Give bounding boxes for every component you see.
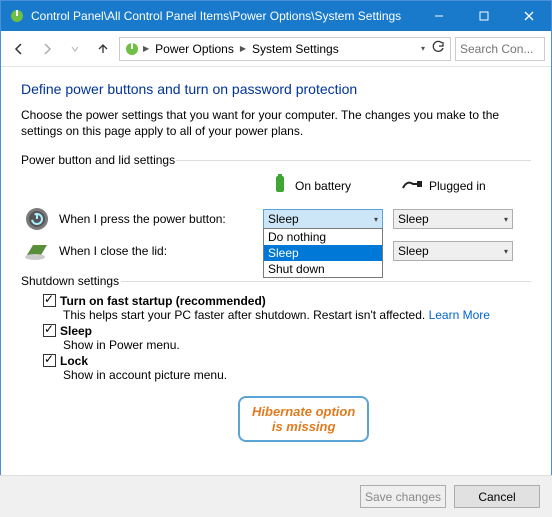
- window-title: Control Panel\All Control Panel Items\Po…: [31, 9, 416, 23]
- nav-back-button[interactable]: [7, 37, 31, 61]
- breadcrumb-icon: [124, 41, 140, 57]
- chevron-right-icon: ▶: [239, 44, 247, 53]
- dropdown-list: Do nothing Sleep Shut down: [263, 228, 383, 278]
- chk-label: Sleep: [60, 324, 92, 338]
- app-icon: [9, 8, 25, 24]
- col-battery: On battery: [271, 173, 401, 198]
- plug-icon: [401, 176, 423, 195]
- minimize-button[interactable]: [416, 1, 461, 31]
- chk-label: Lock: [60, 354, 88, 368]
- chevron-down-icon[interactable]: ▾: [421, 44, 425, 53]
- chk-desc: Show in Power menu.: [63, 338, 531, 352]
- checkbox[interactable]: [43, 354, 56, 367]
- chevron-down-icon: ▾: [504, 215, 508, 224]
- combo-value: Sleep: [398, 212, 429, 226]
- column-headers: On battery Plugged in: [271, 173, 531, 198]
- breadcrumb[interactable]: ▶ Power Options ▶ System Settings ▾: [119, 37, 451, 61]
- learn-more-link[interactable]: Learn More: [429, 308, 490, 322]
- breadcrumb-item[interactable]: System Settings: [249, 42, 342, 56]
- close-button[interactable]: [506, 1, 551, 31]
- maximize-button[interactable]: [461, 1, 506, 31]
- chevron-down-icon: ▾: [374, 215, 378, 224]
- col-plugged: Plugged in: [401, 176, 531, 195]
- annotation-callout: Hibernate option is missing: [238, 396, 369, 442]
- power-button-plugged-combo[interactable]: Sleep ▾: [393, 209, 513, 229]
- nav-row: ▶ Power Options ▶ System Settings ▾: [1, 31, 551, 67]
- lid-plugged-combo[interactable]: Sleep ▾: [393, 241, 513, 261]
- chk-desc: Show in account picture menu.: [63, 368, 531, 382]
- nav-up-button[interactable]: [91, 37, 115, 61]
- nav-forward-button[interactable]: [35, 37, 59, 61]
- lid-icon: [21, 241, 53, 261]
- chk-fast-startup: Turn on fast startup (recommended) This …: [43, 294, 531, 322]
- chevron-right-icon: ▶: [142, 44, 150, 53]
- row-power-button: When I press the power button: Sleep ▾ D…: [21, 204, 531, 234]
- chk-label: Turn on fast startup (recommended): [60, 294, 266, 308]
- dropdown-option[interactable]: Shut down: [264, 261, 382, 277]
- callout-line: is missing: [252, 419, 355, 434]
- checkbox[interactable]: [43, 294, 56, 307]
- dropdown-option[interactable]: Do nothing: [264, 229, 382, 245]
- footer: Save changes Cancel: [0, 475, 552, 517]
- battery-icon: [271, 173, 289, 198]
- breadcrumb-item[interactable]: Power Options: [152, 42, 237, 56]
- checkbox[interactable]: [43, 324, 56, 337]
- dropdown-option[interactable]: Sleep: [264, 245, 382, 261]
- power-icon: [21, 206, 53, 232]
- chk-sleep: Sleep Show in Power menu.: [43, 324, 531, 352]
- page-title: Define power buttons and turn on passwor…: [21, 81, 531, 97]
- chk-desc: This helps start your PC faster after sh…: [63, 308, 429, 322]
- row-power-button-label: When I press the power button:: [53, 212, 263, 226]
- combo-value: Sleep: [398, 244, 429, 258]
- save-button[interactable]: Save changes: [360, 485, 446, 508]
- row-lid-label: When I close the lid:: [53, 244, 263, 258]
- col-battery-label: On battery: [295, 179, 351, 193]
- search-input[interactable]: [455, 37, 545, 61]
- titlebar: Control Panel\All Control Panel Items\Po…: [1, 1, 551, 31]
- group-label-power-button: Power button and lid settings: [21, 153, 531, 167]
- power-button-battery-combo[interactable]: Sleep ▾: [263, 209, 383, 229]
- cancel-button[interactable]: Cancel: [454, 485, 540, 508]
- callout-line: Hibernate option: [252, 404, 355, 419]
- chevron-down-icon: ▾: [504, 247, 508, 256]
- col-plugged-label: Plugged in: [429, 179, 486, 193]
- refresh-button[interactable]: [430, 40, 446, 57]
- chk-lock: Lock Show in account picture menu.: [43, 354, 531, 382]
- nav-history-button[interactable]: [63, 37, 87, 61]
- combo-value: Sleep: [268, 212, 299, 226]
- intro-text: Choose the power settings that you want …: [21, 107, 531, 139]
